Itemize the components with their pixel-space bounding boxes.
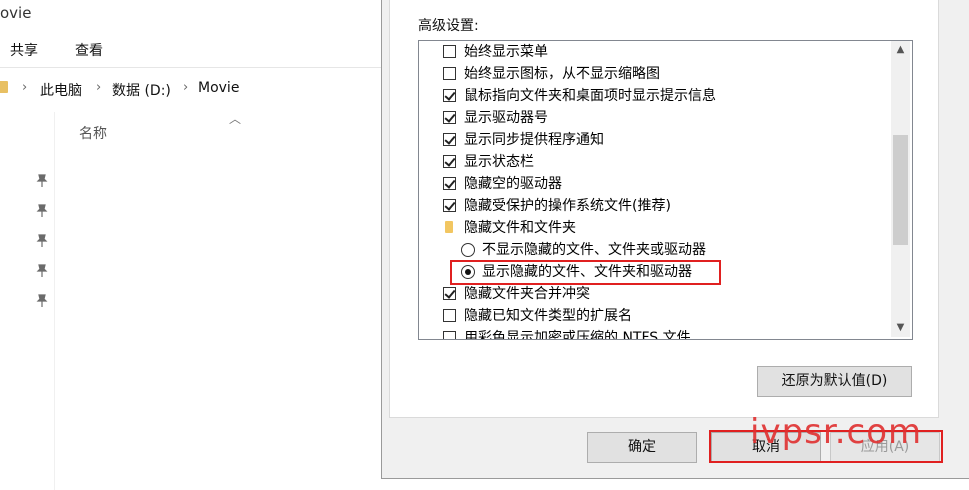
window-title: ovie bbox=[0, 4, 32, 22]
sort-ascending-icon: ︿ bbox=[229, 112, 242, 126]
checkbox[interactable] bbox=[443, 199, 456, 212]
breadcrumb-this-pc[interactable]: 此电脑 bbox=[40, 80, 82, 100]
scroll-down-icon[interactable]: ▼ bbox=[891, 319, 910, 337]
advanced-settings-label: 高级设置: bbox=[418, 18, 479, 34]
checkbox[interactable] bbox=[443, 67, 456, 80]
group-label: 隐藏文件和文件夹 bbox=[464, 220, 576, 236]
checkbox[interactable] bbox=[443, 45, 456, 58]
breadcrumb-movie[interactable]: Movie bbox=[198, 80, 239, 96]
pin-icon bbox=[36, 174, 48, 188]
chevron-right-icon[interactable]: › bbox=[22, 80, 27, 95]
checkbox[interactable] bbox=[443, 89, 456, 102]
checkbox[interactable] bbox=[443, 309, 456, 322]
setting-label: 显示状态栏 bbox=[464, 154, 534, 170]
option-label: 不显示隐藏的文件、文件夹或驱动器 bbox=[482, 242, 706, 258]
checkbox[interactable] bbox=[443, 155, 456, 168]
folder-icon bbox=[445, 221, 453, 233]
setting-label: 始终显示菜单 bbox=[464, 44, 548, 60]
chevron-right-icon[interactable]: › bbox=[96, 80, 101, 95]
setting-label: 隐藏已知文件类型的扩展名 bbox=[464, 308, 632, 324]
pin-icon bbox=[36, 234, 48, 248]
radio-button[interactable] bbox=[461, 243, 475, 257]
scroll-up-icon[interactable]: ▲ bbox=[891, 41, 910, 59]
column-header-name[interactable]: 名称 bbox=[79, 123, 107, 143]
setting-label: 隐藏受保护的操作系统文件(推荐) bbox=[464, 198, 671, 214]
tab-view[interactable]: 查看 bbox=[75, 40, 103, 60]
scroll-thumb[interactable] bbox=[893, 135, 908, 245]
ok-button[interactable]: 确定 bbox=[587, 432, 697, 463]
checkbox[interactable] bbox=[443, 177, 456, 190]
tab-share[interactable]: 共享 bbox=[10, 40, 38, 60]
checkbox[interactable] bbox=[443, 331, 456, 339]
setting-label: 隐藏空的驱动器 bbox=[464, 176, 562, 192]
checkbox[interactable] bbox=[443, 287, 456, 300]
setting-label: 显示同步提供程序通知 bbox=[464, 132, 604, 148]
watermark-text: ivpsr.com bbox=[750, 412, 923, 452]
pin-icon bbox=[36, 294, 48, 308]
checkbox[interactable] bbox=[443, 111, 456, 124]
option-label: 显示隐藏的文件、文件夹和驱动器 bbox=[482, 264, 692, 280]
advanced-settings-tree[interactable]: 始终显示菜单 始终显示图标，从不显示缩略图 鼠标指向文件夹和桌面项时显示提示信息… bbox=[418, 40, 913, 340]
setting-label: 隐藏文件夹合并冲突 bbox=[464, 286, 590, 302]
setting-label: 用彩色显示加密或压缩的 NTFS 文件 bbox=[464, 330, 691, 340]
radio-button[interactable] bbox=[461, 265, 475, 279]
nav-pane-divider bbox=[54, 112, 55, 490]
setting-label: 鼠标指向文件夹和桌面项时显示提示信息 bbox=[464, 88, 716, 104]
pin-icon bbox=[36, 264, 48, 278]
breadcrumb-drive-d[interactable]: 数据 (D:) bbox=[112, 80, 171, 100]
setting-label: 显示驱动器号 bbox=[464, 110, 548, 126]
ribbon-divider bbox=[0, 67, 381, 68]
setting-label: 始终显示图标，从不显示缩略图 bbox=[464, 66, 660, 82]
chevron-right-icon[interactable]: › bbox=[183, 80, 188, 95]
checkbox[interactable] bbox=[443, 133, 456, 146]
restore-defaults-button[interactable]: 还原为默认值(D) bbox=[757, 366, 912, 397]
pin-icon bbox=[36, 204, 48, 218]
folder-icon bbox=[0, 81, 8, 93]
vertical-scrollbar[interactable]: ▲ ▼ bbox=[891, 41, 910, 337]
